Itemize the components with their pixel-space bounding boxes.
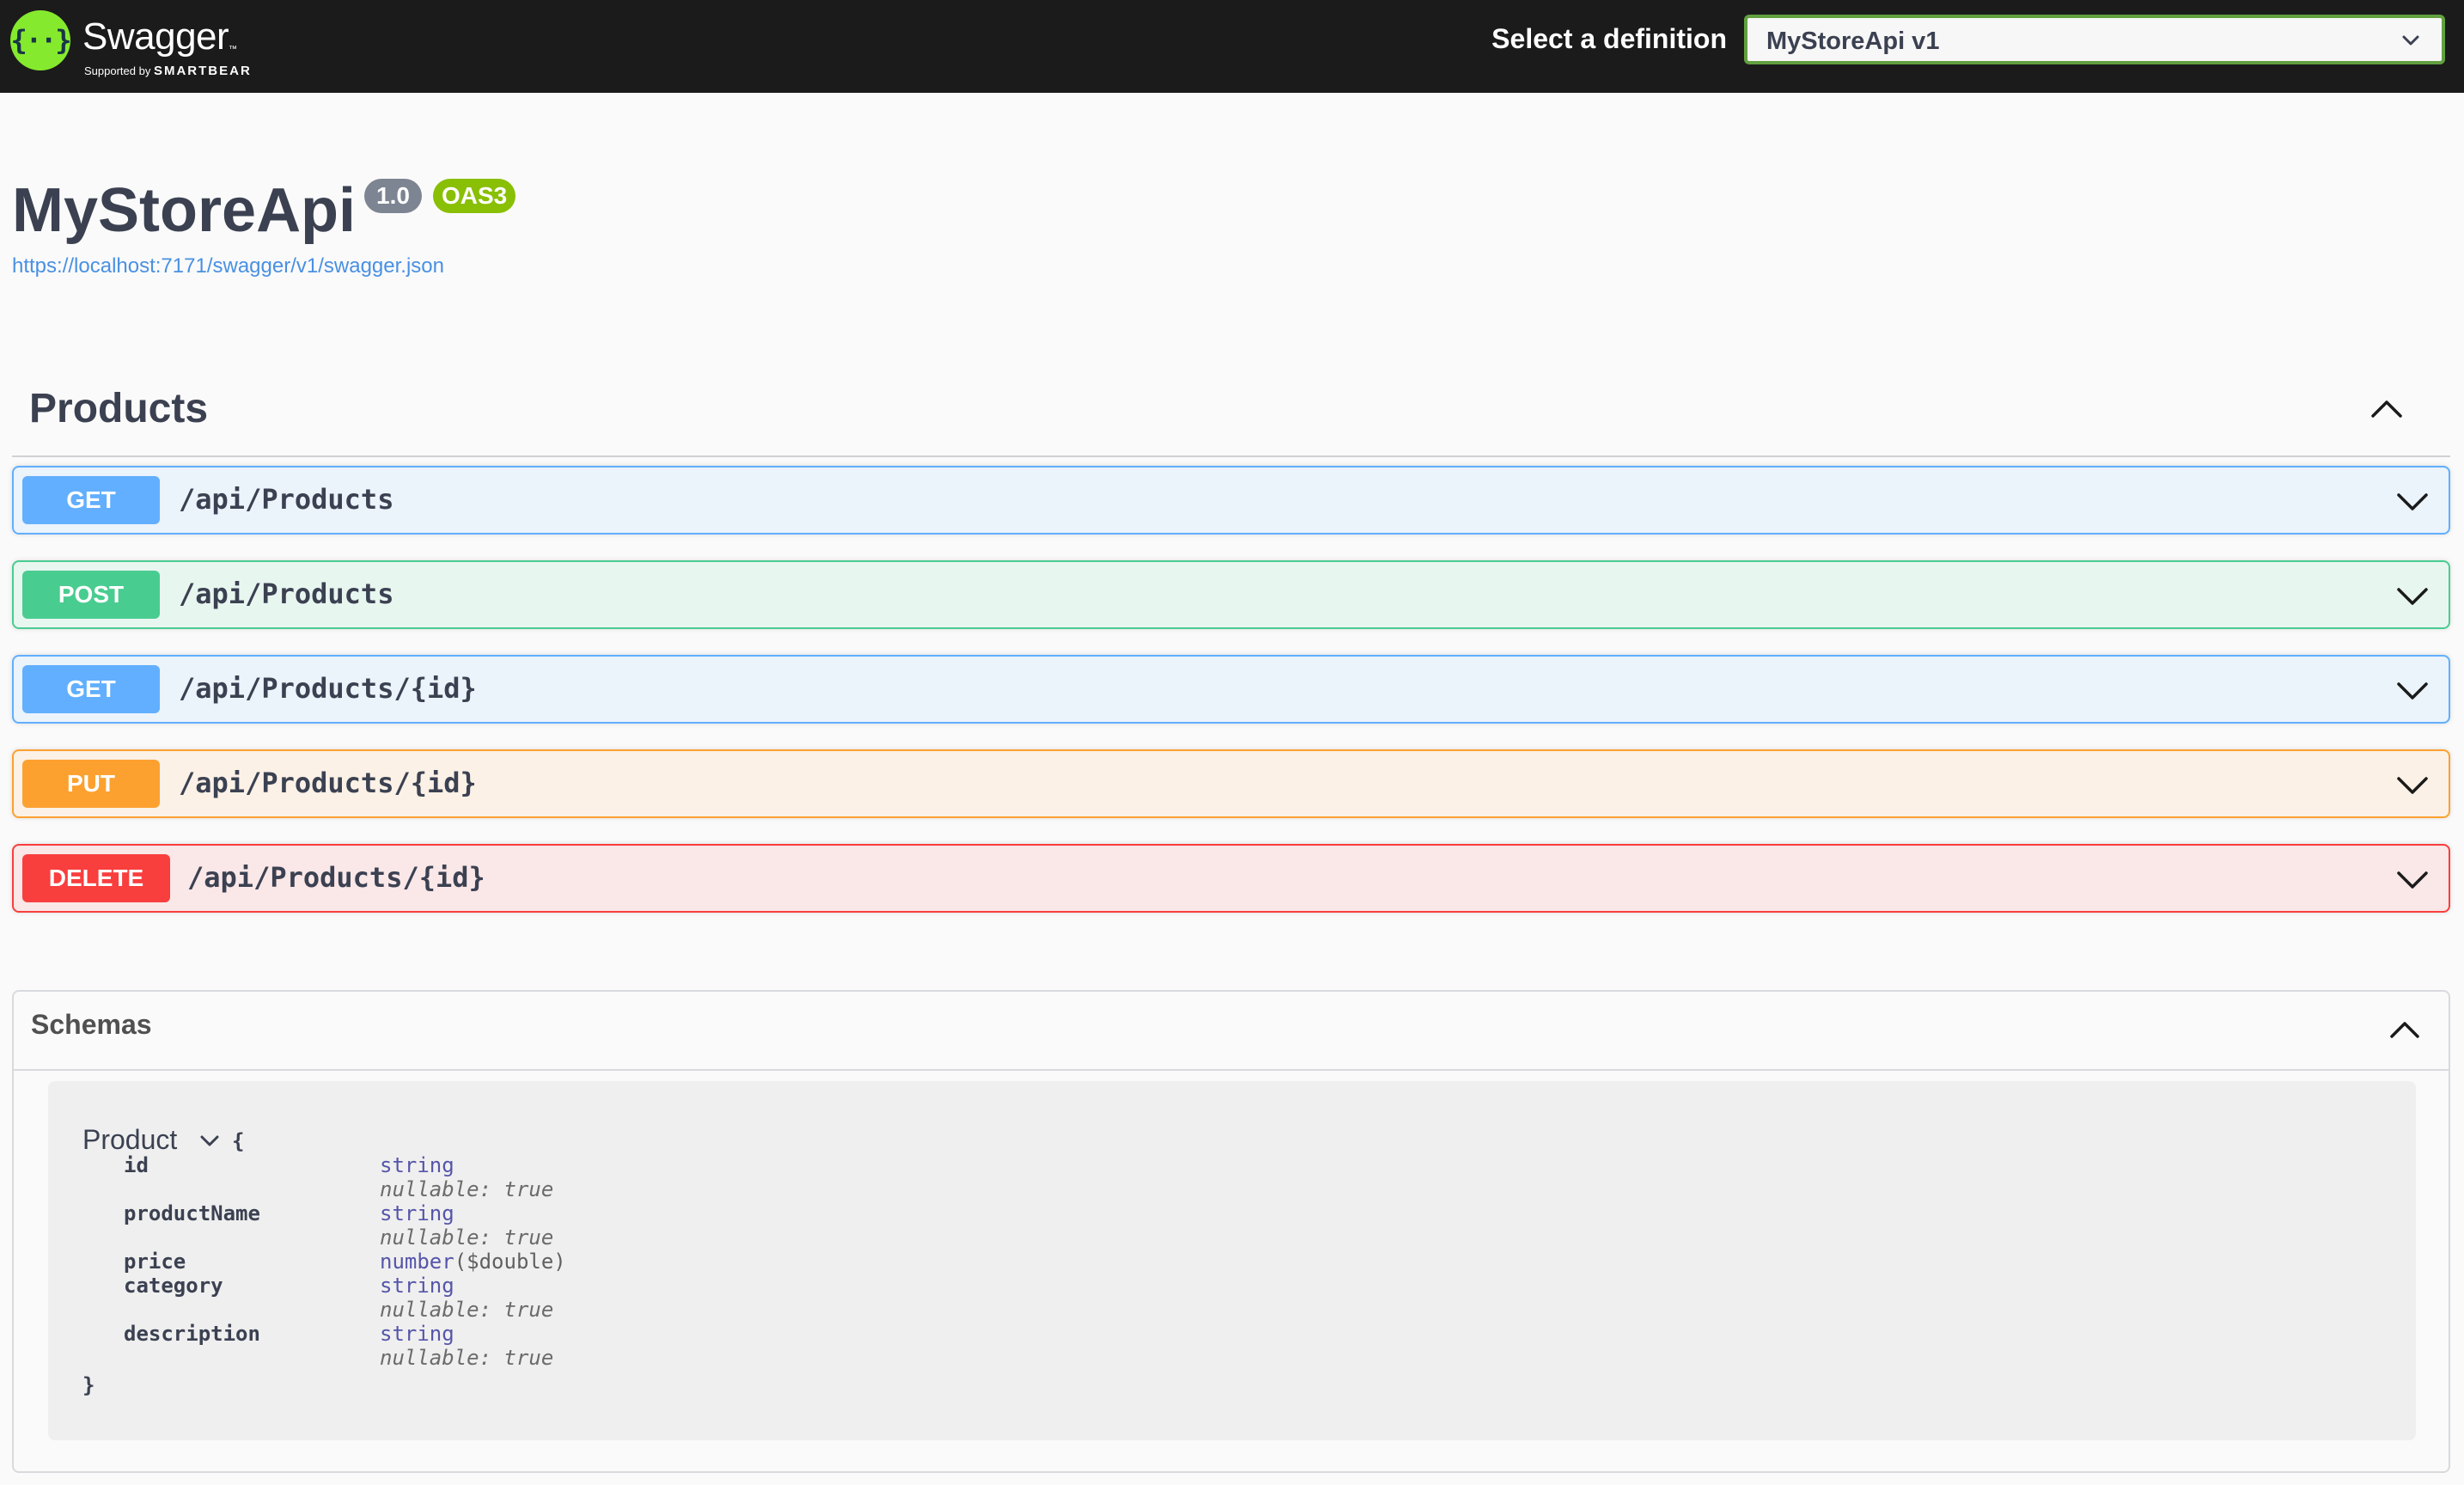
property-nullable: nullable: true bbox=[380, 1346, 554, 1370]
operation-put-product-by-id[interactable]: PUT /api/Products/{id} bbox=[12, 749, 2450, 818]
swagger-logo-icon: {··} bbox=[10, 10, 72, 70]
property-type: string bbox=[380, 1322, 454, 1346]
swagger-logo[interactable]: {··} Swagger ™ Supported by SMARTBEAR bbox=[10, 7, 268, 84]
property-format: ($double) bbox=[454, 1250, 566, 1274]
method-badge: POST bbox=[22, 571, 160, 619]
property-type: number bbox=[380, 1250, 454, 1274]
operation-get-products[interactable]: GET /api/Products bbox=[12, 466, 2450, 535]
operation-get-product-by-id[interactable]: GET /api/Products/{id} bbox=[12, 655, 2450, 724]
property-type: string bbox=[380, 1274, 454, 1298]
tag-divider bbox=[12, 455, 2450, 457]
chevron-down-icon[interactable] bbox=[2395, 583, 2430, 608]
schemas-title: Schemas bbox=[31, 1009, 152, 1040]
method-badge: DELETE bbox=[22, 854, 170, 902]
chevron-down-icon bbox=[2402, 35, 2419, 46]
definition-selected-value: MyStoreApi v1 bbox=[1766, 28, 1940, 55]
schemas-section: Schemas Product { id string nullable: tr… bbox=[12, 990, 2450, 1473]
property-name: id bbox=[124, 1153, 149, 1177]
model-open-brace: { bbox=[232, 1129, 245, 1153]
chevron-down-icon[interactable] bbox=[2395, 866, 2430, 892]
property-nullable: nullable: true bbox=[380, 1225, 554, 1250]
definition-select[interactable]: MyStoreApi v1 bbox=[1744, 15, 2445, 64]
logo-company: SMARTBEAR bbox=[153, 64, 252, 78]
model-name[interactable]: Product bbox=[82, 1124, 177, 1156]
logo-name: Swagger bbox=[82, 15, 229, 58]
property-type: string bbox=[380, 1153, 454, 1177]
definition-label: Select a definition bbox=[1491, 23, 1727, 54]
property-name: category bbox=[124, 1274, 223, 1298]
operation-path: /api/Products bbox=[179, 578, 394, 610]
operation-path: /api/Products/{id} bbox=[179, 672, 477, 705]
model-product: Product { id string nullable: true produ… bbox=[48, 1081, 2416, 1440]
property-name: productName bbox=[124, 1201, 260, 1225]
method-badge: PUT bbox=[22, 760, 160, 808]
operation-path: /api/Products/{id} bbox=[187, 861, 485, 894]
operation-delete-product-by-id[interactable]: DELETE /api/Products/{id} bbox=[12, 844, 2450, 913]
operation-post-products[interactable]: POST /api/Products bbox=[12, 560, 2450, 629]
logo-trademark: ™ bbox=[229, 45, 237, 54]
operation-path: /api/Products/{id} bbox=[179, 767, 477, 799]
property-name: description bbox=[124, 1322, 260, 1346]
spec-url-link[interactable]: https://localhost:7171/swagger/v1/swagge… bbox=[12, 254, 444, 278]
operation-path: /api/Products bbox=[179, 483, 394, 516]
logo-supported-by: Supported by bbox=[84, 64, 151, 77]
property-nullable: nullable: true bbox=[380, 1177, 554, 1201]
property-nullable: nullable: true bbox=[380, 1298, 554, 1322]
chevron-up-icon[interactable] bbox=[2387, 1014, 2423, 1043]
method-badge: GET bbox=[22, 476, 160, 524]
api-title: MyStoreApi bbox=[12, 176, 357, 245]
oas-badge: OAS3 bbox=[433, 179, 516, 213]
version-badge: 1.0 bbox=[364, 179, 422, 213]
property-type-with-format: number($double) bbox=[380, 1250, 566, 1274]
chevron-down-icon[interactable] bbox=[2395, 488, 2430, 514]
property-type: string bbox=[380, 1201, 454, 1225]
method-badge: GET bbox=[22, 665, 160, 713]
property-name: price bbox=[124, 1250, 186, 1274]
chevron-down-icon[interactable] bbox=[2395, 772, 2430, 798]
chevron-down-icon[interactable] bbox=[2395, 677, 2430, 703]
tag-title-products[interactable]: Products bbox=[29, 385, 208, 432]
schemas-header[interactable]: Schemas bbox=[14, 992, 2449, 1071]
logo-subtitle: Supported by SMARTBEAR bbox=[84, 64, 252, 78]
chevron-up-icon[interactable] bbox=[2368, 392, 2406, 423]
model-close-brace: } bbox=[82, 1373, 95, 1397]
chevron-down-icon[interactable] bbox=[199, 1133, 220, 1150]
topbar: {··} Swagger ™ Supported by SMARTBEAR Se… bbox=[0, 0, 2464, 93]
